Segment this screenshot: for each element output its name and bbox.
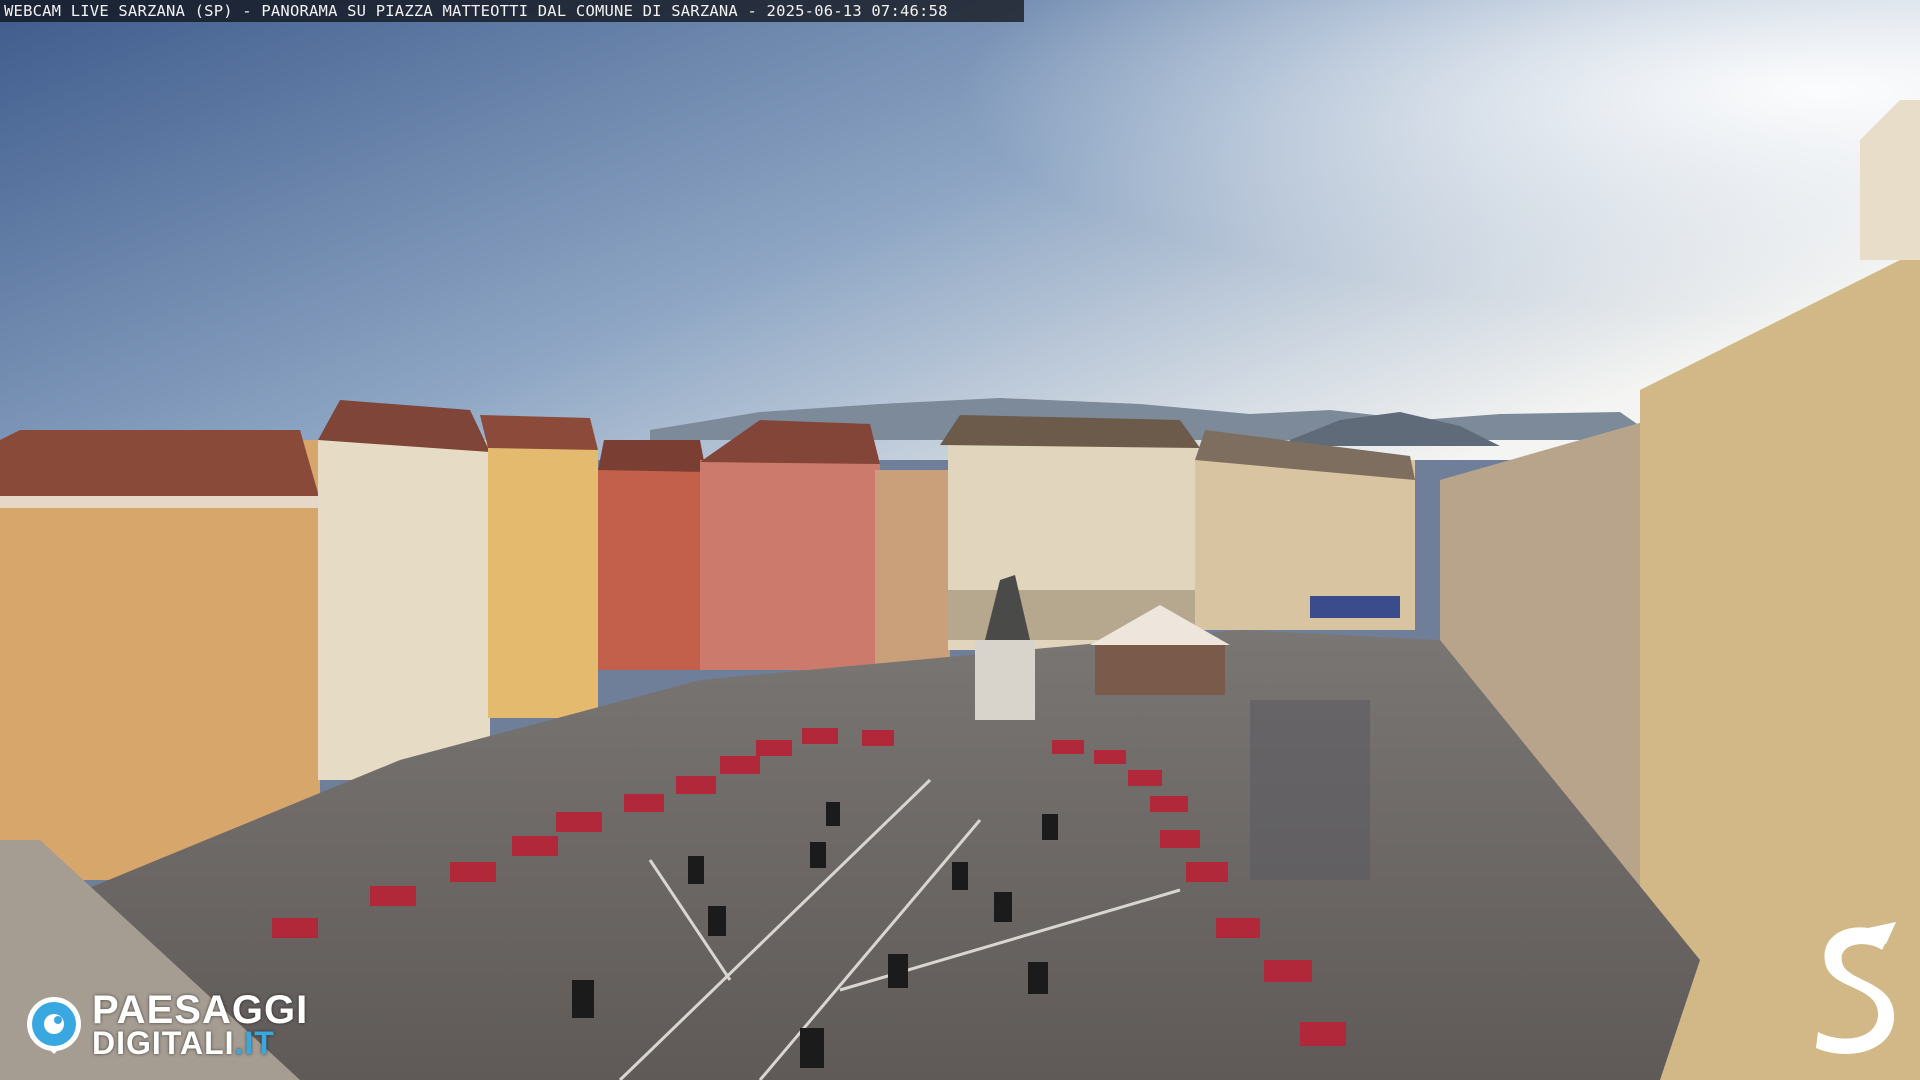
stall: [720, 756, 760, 774]
stall: [1264, 960, 1312, 982]
bollard: [826, 802, 840, 826]
logo-text-line2: DIGITALI.IT: [92, 1026, 275, 1060]
cafe-umbrellas: [1310, 596, 1400, 618]
bollard: [800, 1028, 824, 1068]
cafe-tables: [1250, 700, 1370, 880]
building-beige: [875, 470, 950, 665]
logo-text-accent: .IT: [234, 1025, 275, 1061]
bollard: [1028, 962, 1048, 994]
bollard: [810, 842, 826, 868]
bollard: [708, 906, 726, 936]
roof-arcade: [940, 415, 1200, 448]
cornice-left: [0, 496, 320, 508]
stall: [1128, 770, 1162, 786]
webcam-scene: [0, 0, 1920, 1080]
paesaggi-digitali-logo: PAESAGGI DIGITALI.IT: [24, 990, 344, 1060]
stall: [370, 886, 416, 906]
webcam-caption: WEBCAM LIVE SARZANA (SP) - PANORAMA SU P…: [0, 0, 1024, 22]
building-cream: [318, 440, 490, 780]
carousel-body: [1095, 645, 1225, 695]
eye-icon: [27, 997, 81, 1054]
stall: [1300, 1022, 1346, 1046]
building-yellow: [488, 448, 598, 718]
stall: [862, 730, 894, 746]
bollard: [572, 980, 594, 1018]
bollard: [952, 862, 968, 890]
logo-text-line1: PAESAGGI: [92, 988, 309, 1032]
building-pink: [700, 460, 880, 670]
roof-yellow: [480, 415, 598, 450]
bollard: [888, 954, 908, 988]
stall: [450, 862, 496, 882]
stall: [1216, 918, 1260, 938]
bollard: [1042, 814, 1058, 840]
stall: [756, 740, 792, 756]
bollard: [994, 892, 1012, 922]
stall: [676, 776, 716, 794]
stall: [1094, 750, 1126, 764]
monument-base: [975, 640, 1035, 720]
stall: [512, 836, 558, 856]
stall: [1150, 796, 1188, 812]
stall: [624, 794, 664, 812]
bollard: [688, 856, 704, 884]
stall: [1160, 830, 1200, 848]
stall: [1052, 740, 1084, 754]
logo-text-main: DIGITALI: [92, 1025, 235, 1061]
roof-red: [598, 440, 706, 472]
roof-left: [0, 430, 320, 500]
stall: [802, 728, 838, 744]
stall: [556, 812, 602, 832]
building-red: [598, 470, 706, 670]
stall: [1186, 862, 1228, 882]
stall: [272, 918, 318, 938]
s-logo-icon: [1816, 922, 1896, 1055]
